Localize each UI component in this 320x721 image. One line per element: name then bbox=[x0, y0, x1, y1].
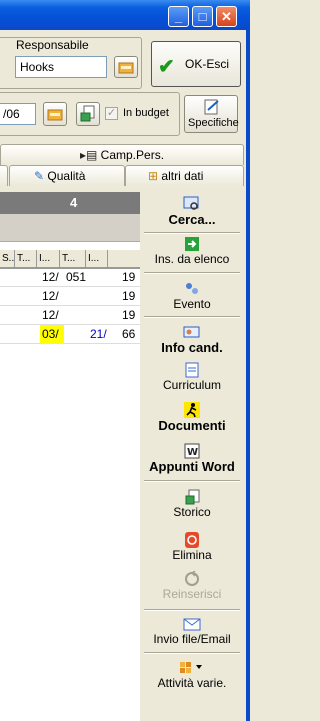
col-header[interactable]: I... bbox=[37, 250, 60, 268]
tab-row-1: ▸▤ Camp.Pers. bbox=[0, 144, 244, 165]
specifiche-button[interactable]: Specifiche bbox=[184, 95, 239, 133]
invio-file-button[interactable]: Invio file/Email bbox=[142, 616, 242, 646]
ok-exit-button[interactable]: ✔ OK-Esci bbox=[151, 41, 241, 87]
responsabile-field[interactable]: Hooks bbox=[15, 56, 107, 78]
appunti-word-label: Appunti Word bbox=[149, 459, 235, 474]
title-bar: _ □ ✕ bbox=[0, 0, 250, 30]
grid-band bbox=[0, 214, 140, 242]
minimize-button[interactable]: _ bbox=[168, 6, 189, 27]
date-field[interactable]: /06 bbox=[0, 103, 36, 125]
attivita-varie-label: Attività varie. bbox=[157, 676, 227, 690]
separator bbox=[144, 272, 240, 274]
tab-qualita[interactable]: ✎ Qualità bbox=[9, 165, 125, 186]
document-green-icon bbox=[80, 105, 95, 122]
tab-altri-dati[interactable]: ⊞ altri dati bbox=[125, 165, 244, 186]
actions-panel: Cerca... Ins. da elenco Evento Info cand… bbox=[142, 192, 244, 721]
separator bbox=[144, 316, 240, 318]
responsabile-label: Responsabile bbox=[16, 38, 89, 52]
activities-dropdown-icon bbox=[180, 662, 202, 673]
invio-file-label: Invio file/Email bbox=[153, 632, 231, 646]
svg-text:W: W bbox=[187, 447, 198, 458]
delete-icon bbox=[185, 532, 199, 548]
tab-altri-dati-label: altri dati bbox=[161, 169, 204, 183]
ins-elenco-button[interactable]: Ins. da elenco bbox=[142, 236, 242, 266]
responsabile-lookup-button[interactable] bbox=[114, 56, 138, 78]
tab-row-2: ✎ Qualità ⊞ altri dati bbox=[0, 165, 244, 186]
col-header[interactable]: I... bbox=[86, 250, 108, 268]
event-icon bbox=[186, 283, 198, 294]
separator bbox=[144, 480, 240, 482]
word-doc-icon: W bbox=[184, 443, 200, 459]
close-button[interactable]: ✕ bbox=[216, 6, 237, 27]
storico-label: Storico bbox=[173, 505, 211, 519]
in-budget-label: In budget bbox=[123, 107, 169, 119]
col-header[interactable]: T... bbox=[15, 250, 37, 268]
ok-exit-label: OK-Esci bbox=[185, 57, 230, 71]
arrow-right-icon bbox=[185, 237, 199, 251]
storico-button[interactable]: Storico bbox=[142, 489, 242, 519]
tab-icon: ▸▤ bbox=[79, 148, 98, 162]
col-header[interactable]: S... bbox=[0, 250, 15, 268]
email-icon bbox=[183, 618, 201, 631]
elimina-label: Elimina bbox=[172, 548, 212, 562]
grid-body-border bbox=[0, 268, 140, 344]
separator bbox=[144, 232, 240, 234]
info-cand-label: Info cand. bbox=[161, 340, 223, 355]
quality-icon: ✎ bbox=[34, 169, 45, 183]
tab-left-partial[interactable] bbox=[0, 165, 8, 186]
info-cand-button[interactable]: Info cand. bbox=[142, 324, 242, 355]
budget-doc-button[interactable] bbox=[76, 102, 100, 126]
separator bbox=[144, 652, 240, 654]
tab-qualita-label: Qualità bbox=[47, 169, 86, 183]
window-frame-right bbox=[246, 30, 250, 721]
elimina-button[interactable]: Elimina bbox=[142, 532, 242, 562]
col-header[interactable]: T... bbox=[60, 250, 86, 268]
tab-camp-pers[interactable]: ▸▤ Camp.Pers. bbox=[0, 144, 244, 165]
folder-icon bbox=[118, 62, 134, 74]
candidates-grid[interactable]: 4 S... T... I... T... I... 12/ 051 19 12… bbox=[0, 192, 140, 721]
edit-document-icon bbox=[204, 99, 219, 115]
evento-button[interactable]: Evento bbox=[142, 281, 242, 311]
evento-label: Evento bbox=[173, 297, 211, 311]
grid-column-headers: S... T... I... T... I... bbox=[0, 250, 140, 268]
attivita-varie-button[interactable]: Attività varie. bbox=[142, 660, 242, 690]
ins-elenco-label: Ins. da elenco bbox=[154, 252, 230, 266]
separator bbox=[144, 609, 240, 611]
appunti-word-button[interactable]: W Appunti Word bbox=[142, 443, 242, 474]
reinserisci-button[interactable]: Reinserisci bbox=[142, 571, 242, 601]
running-man-icon bbox=[184, 402, 200, 418]
reinserisci-label: Reinserisci bbox=[162, 587, 222, 601]
cerca-button[interactable]: Cerca... bbox=[142, 196, 242, 227]
curriculum-label: Curriculum bbox=[162, 378, 221, 392]
documenti-label: Documenti bbox=[158, 418, 226, 433]
maximize-button[interactable]: □ bbox=[192, 6, 213, 27]
date-lookup-button[interactable] bbox=[43, 102, 67, 126]
data-icon: ⊞ bbox=[148, 169, 159, 183]
history-icon bbox=[185, 489, 200, 505]
specifiche-label: Specifiche bbox=[188, 117, 239, 129]
cerca-label: Cerca... bbox=[168, 212, 216, 227]
grid-group-header: 4 bbox=[0, 192, 140, 214]
document-icon bbox=[185, 362, 199, 378]
folder-icon bbox=[47, 109, 63, 121]
grid-group-number: 4 bbox=[70, 195, 78, 210]
tab-camp-pers-label: Camp.Pers. bbox=[100, 148, 165, 162]
search-window-icon bbox=[183, 196, 199, 210]
in-budget-checkbox[interactable]: ✓ bbox=[105, 107, 118, 120]
restore-icon bbox=[185, 571, 199, 586]
curriculum-button[interactable]: Curriculum bbox=[142, 362, 242, 392]
documenti-button[interactable]: Documenti bbox=[142, 402, 242, 433]
id-card-icon bbox=[183, 326, 200, 338]
checkmark-icon: ✔ bbox=[158, 56, 175, 78]
